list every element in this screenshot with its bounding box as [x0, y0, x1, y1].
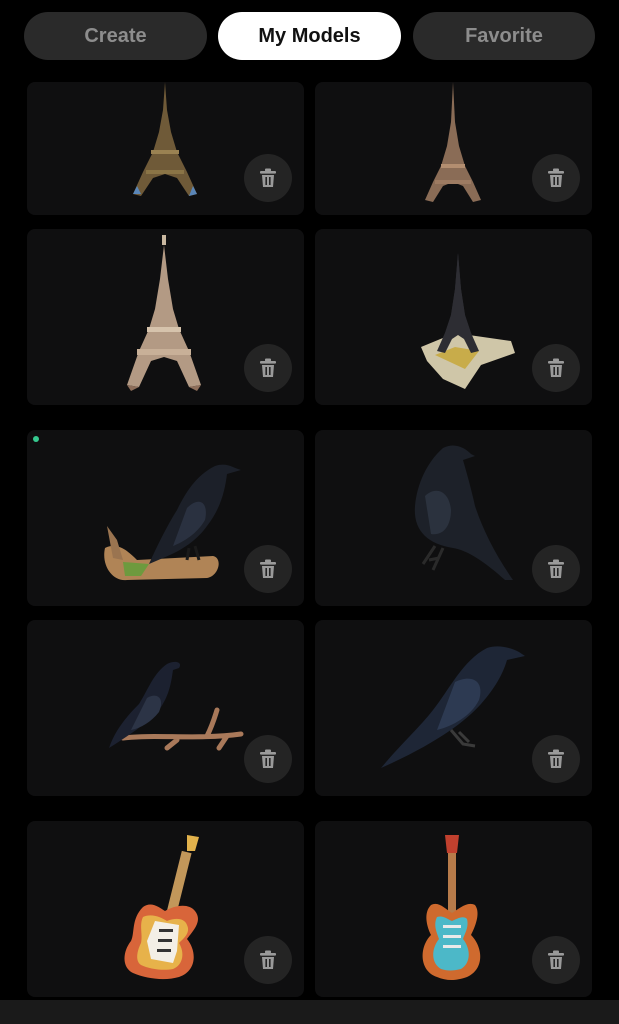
trash-icon [260, 358, 276, 377]
bottom-bar [0, 1000, 619, 1024]
trash-icon [260, 168, 276, 187]
model-card[interactable] [27, 620, 304, 796]
delete-button[interactable] [532, 545, 580, 593]
model-card[interactable] [315, 229, 592, 405]
tab-favorite[interactable]: Favorite [413, 12, 595, 60]
trash-icon [548, 950, 564, 969]
delete-button[interactable] [532, 344, 580, 392]
tab-my-models[interactable]: My Models [218, 12, 401, 60]
model-card[interactable] [27, 229, 304, 405]
delete-button[interactable] [532, 735, 580, 783]
delete-button[interactable] [244, 344, 292, 392]
trash-icon [260, 950, 276, 969]
trash-icon [548, 749, 564, 768]
tab-bar: Create My Models Favorite [0, 0, 619, 82]
delete-button[interactable] [244, 154, 292, 202]
model-card[interactable] [27, 430, 304, 606]
model-card[interactable] [27, 82, 304, 215]
model-card[interactable] [315, 620, 592, 796]
trash-icon [548, 358, 564, 377]
model-card[interactable] [315, 430, 592, 606]
delete-button[interactable] [244, 545, 292, 593]
model-card[interactable] [315, 821, 592, 997]
model-card[interactable] [315, 82, 592, 215]
trash-icon [548, 168, 564, 187]
trash-icon [260, 559, 276, 578]
model-card[interactable] [27, 821, 304, 997]
delete-button[interactable] [532, 936, 580, 984]
tab-create[interactable]: Create [24, 12, 207, 60]
delete-button[interactable] [532, 154, 580, 202]
trash-icon [548, 559, 564, 578]
delete-button[interactable] [244, 936, 292, 984]
trash-icon [260, 749, 276, 768]
delete-button[interactable] [244, 735, 292, 783]
